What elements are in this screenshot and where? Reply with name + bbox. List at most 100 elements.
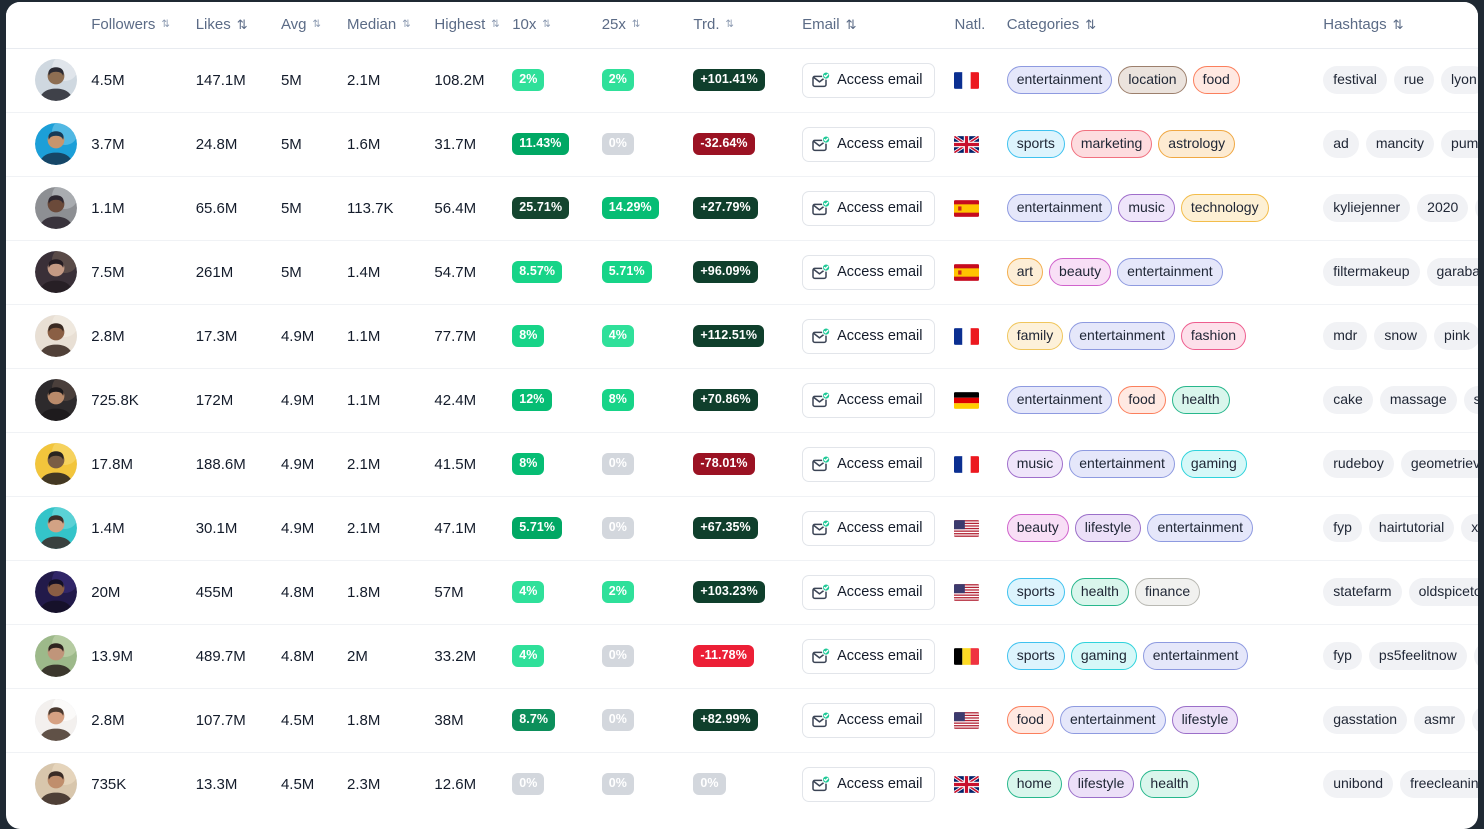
table-row[interactable]: 725.8K 172M 4.9M 1.1M 42.4M 12% 8% +70.8… (6, 368, 1478, 433)
column-header-categories[interactable]: Categories ⇅ (1006, 2, 1324, 49)
category-pill[interactable]: entertainment (1006, 386, 1113, 414)
avatar[interactable] (34, 59, 77, 101)
table-row[interactable]: 13.9M 489.7M 4.8M 2M 33.2M 4% 0% -11.78%… (6, 624, 1478, 689)
table-row[interactable]: 1.4M 30.1M 4.9M 2.1M 47.1M 5.71% 0% +67.… (6, 496, 1478, 561)
category-pill[interactable]: sports (1006, 642, 1065, 670)
category-pill[interactable]: lifestyle (1171, 706, 1239, 734)
category-pill[interactable]: health (1140, 770, 1199, 798)
access-email-button[interactable]: Access email (802, 446, 935, 482)
category-pill[interactable]: music (1006, 450, 1064, 478)
sort-icon-10x[interactable]: ⇅ (542, 19, 550, 30)
hashtag-pill[interactable]: rice (1472, 706, 1478, 734)
hashtag-pill[interactable]: fyp (1323, 642, 1362, 670)
hashtag-pill[interactable]: fyp (1323, 514, 1362, 542)
hashtag-pill[interactable]: pink (1434, 322, 1478, 350)
access-email-button[interactable]: Access email (802, 638, 935, 674)
access-email-button[interactable]: Access email (802, 574, 935, 610)
hashtag-pill[interactable]: lyon (1441, 66, 1478, 94)
column-header-10x[interactable]: 10x ⇅ (512, 2, 602, 49)
avatar[interactable] (34, 123, 77, 165)
table-row[interactable]: 20M 455M 4.8M 1.8M 57M 4% 2% +103.23% Ac… (6, 560, 1478, 625)
avatar[interactable] (34, 763, 77, 806)
category-pill[interactable]: technology (1180, 194, 1269, 222)
avatar[interactable] (34, 635, 77, 677)
hashtag-pill[interactable]: geometrievaria (1400, 450, 1478, 478)
category-pill[interactable]: health (1171, 386, 1230, 414)
category-pill[interactable]: entertainment (1069, 322, 1175, 350)
table-row[interactable]: 2.8M 107.7M 4.5M 1.8M 38M 8.7% 0% +82.99… (6, 688, 1478, 753)
sort-icon-median[interactable]: ⇅ (402, 19, 410, 30)
table-row[interactable]: 3.7M 24.8M 5M 1.6M 31.7M 11.43% 0% -32.6… (6, 112, 1478, 177)
sort-icon-highest[interactable]: ⇅ (491, 19, 499, 30)
sort-icon-avg[interactable]: ⇅ (313, 19, 321, 30)
hashtag-pill[interactable]: unibond (1323, 770, 1394, 798)
column-header-avg[interactable]: Avg ⇅ (280, 2, 348, 49)
column-header-median[interactable]: Median ⇅ (347, 2, 435, 49)
sort-icon-likes[interactable]: ⇅ (237, 18, 248, 31)
hashtag-pill[interactable]: festival (1323, 66, 1387, 94)
category-pill[interactable]: sports (1006, 578, 1065, 606)
category-pill[interactable]: entertainment (1117, 258, 1223, 286)
column-header-followers[interactable]: Followers ⇅ (91, 2, 196, 49)
access-email-button[interactable]: Access email (802, 702, 935, 738)
access-email-button[interactable]: Access email (802, 190, 935, 226)
avatar[interactable] (34, 443, 77, 485)
table-row[interactable]: 4.5M 147.1M 5M 2.1M 108.2M 2% 2% +101.41… (6, 48, 1478, 113)
column-header-highest[interactable]: Highest ⇅ (434, 2, 513, 49)
category-pill[interactable]: lifestyle (1067, 770, 1135, 798)
avatar[interactable] (34, 187, 77, 229)
table-row[interactable]: 1.1M 65.6M 5M 113.7K 56.4M 25.71% 14.29%… (6, 176, 1478, 241)
category-pill[interactable]: food (1118, 386, 1166, 414)
hashtag-pill[interactable]: ad (1323, 130, 1359, 158)
access-email-button[interactable]: Access email (802, 382, 935, 418)
category-pill[interactable]: beauty (1049, 258, 1112, 286)
hashtag-pill[interactable]: garabato (1426, 258, 1478, 286)
category-pill[interactable]: gaming (1070, 642, 1137, 670)
column-header-hashtags[interactable]: Hashtags ⇅ (1323, 2, 1478, 49)
hashtag-pill[interactable]: mdr (1323, 322, 1368, 350)
category-pill[interactable]: art (1006, 258, 1044, 286)
category-pill[interactable]: food (1006, 706, 1054, 734)
sort-icon-25x[interactable]: ⇅ (632, 19, 640, 30)
category-pill[interactable]: entertainment (1006, 194, 1113, 222)
access-email-button[interactable]: Access email (802, 318, 935, 354)
hashtag-pill[interactable]: rudeboy (1323, 450, 1394, 478)
category-pill[interactable]: entertainment (1006, 66, 1113, 94)
access-email-button[interactable]: Access email (802, 126, 935, 162)
hashtag-pill[interactable]: thew (1475, 194, 1478, 222)
avatar[interactable] (34, 507, 77, 549)
hashtag-pill[interactable]: freecleaning (1400, 770, 1478, 798)
access-email-button[interactable]: Access email (802, 766, 935, 802)
table-scroll-area[interactable]: Followers ⇅ Likes ⇅ Avg ⇅ Median ⇅ Highe… (6, 2, 1478, 829)
column-header-trd[interactable]: Trd. ⇅ (693, 2, 803, 49)
category-pill[interactable]: lifestyle (1074, 514, 1142, 542)
hashtag-pill[interactable]: 2020 (1417, 194, 1469, 222)
hashtag-pill[interactable]: statefarm (1323, 578, 1402, 606)
hashtag-pill[interactable]: schoo (1463, 386, 1478, 414)
category-pill[interactable]: finance (1134, 578, 1201, 606)
category-pill[interactable]: family (1006, 322, 1064, 350)
column-header-likes[interactable]: Likes ⇅ (195, 2, 281, 49)
table-row[interactable]: 7.5M 261M 5M 1.4M 54.7M 8.57% 5.71% +96.… (6, 240, 1478, 305)
hashtag-pill[interactable]: oldspicetotall (1408, 578, 1478, 606)
hashtag-pill[interactable]: massage (1379, 386, 1457, 414)
access-email-button[interactable]: Access email (802, 254, 935, 290)
category-pill[interactable]: astrology (1158, 130, 1236, 158)
hashtag-pill[interactable]: hairtutorial (1368, 514, 1455, 542)
sort-icon-followers[interactable]: ⇅ (161, 19, 169, 30)
column-header-email[interactable]: Email ⇅ (802, 2, 955, 49)
category-pill[interactable]: entertainment (1069, 450, 1175, 478)
hashtag-pill[interactable]: ball (1473, 642, 1478, 670)
avatar[interactable] (34, 379, 77, 421)
hashtag-pill[interactable]: xyzbc (1461, 514, 1478, 542)
category-pill[interactable]: beauty (1006, 514, 1069, 542)
avatar[interactable] (34, 251, 77, 293)
avatar[interactable] (34, 571, 77, 613)
hashtag-pill[interactable]: rue (1393, 66, 1435, 94)
sort-icon-hashtags[interactable]: ⇅ (1393, 18, 1404, 31)
hashtag-pill[interactable]: puma (1441, 130, 1478, 158)
category-pill[interactable]: entertainment (1059, 706, 1166, 734)
hashtag-pill[interactable]: asmr (1414, 706, 1466, 734)
hashtag-pill[interactable]: kyliejenner (1323, 194, 1411, 222)
table-row[interactable]: 17.8M 188.6M 4.9M 2.1M 41.5M 8% 0% -78.0… (6, 432, 1478, 497)
